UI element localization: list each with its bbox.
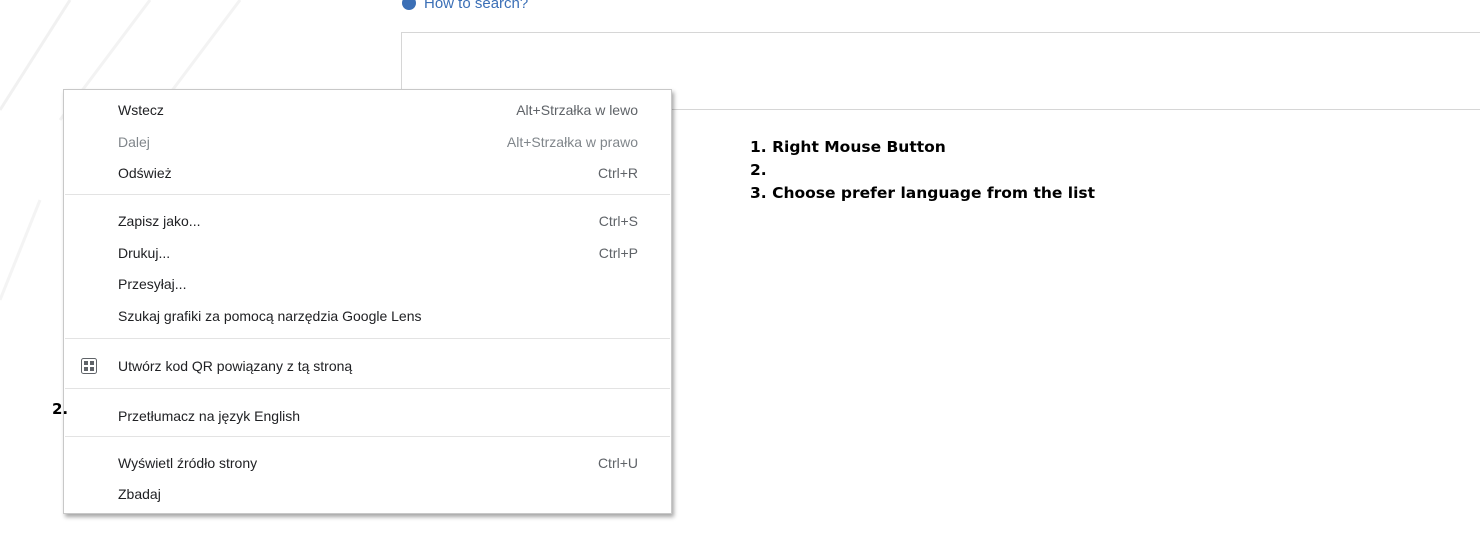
menu-item-reload[interactable]: Odśwież Ctrl+R bbox=[64, 161, 671, 185]
menu-item-back[interactable]: Wstecz Alt+Strzałka w lewo bbox=[64, 98, 671, 122]
menu-item-label: Wstecz bbox=[118, 102, 164, 118]
menu-item-label: Utwórz kod QR powiązany z tą stroną bbox=[118, 358, 353, 374]
menu-item-label: Przetłumacz na język English bbox=[118, 408, 301, 424]
menu-separator bbox=[65, 338, 670, 339]
how-to-search-label: How to search? bbox=[424, 0, 529, 12]
menu-item-label: Przesyłaj... bbox=[118, 276, 187, 292]
menu-item-shortcut: Ctrl+U bbox=[597, 455, 638, 471]
info-icon bbox=[402, 0, 416, 10]
instruction-step-1: 1. Right Mouse Button bbox=[750, 138, 946, 156]
menu-item-translate[interactable]: Przetłumacz na język English bbox=[64, 404, 671, 428]
menu-item-shortcut: Ctrl+S bbox=[598, 213, 638, 229]
menu-item-shortcut: Ctrl+R bbox=[597, 165, 638, 181]
menu-item-print[interactable]: Drukuj... Ctrl+P bbox=[64, 241, 671, 265]
menu-item-google-lens[interactable]: Szukaj grafiki za pomocą narzędzia Googl… bbox=[64, 304, 671, 328]
menu-item-label: Zapisz jako... bbox=[118, 213, 201, 229]
instructions-list: 1. Right Mouse Button 2. 3. Choose prefe… bbox=[750, 136, 1095, 205]
step-marker: 2. bbox=[52, 400, 69, 418]
menu-item-view-source[interactable]: Wyświetl źródło strony Ctrl+U bbox=[64, 451, 671, 475]
context-menu: Wstecz Alt+Strzałka w lewo Dalej Alt+Str… bbox=[63, 89, 672, 514]
menu-item-label: Szukaj grafiki za pomocą narzędzia Googl… bbox=[118, 308, 422, 324]
menu-item-forward[interactable]: Dalej Alt+Strzałka w prawo bbox=[64, 130, 671, 154]
instruction-step-2: 2. bbox=[750, 161, 767, 179]
menu-item-inspect[interactable]: Zbadaj bbox=[64, 482, 671, 506]
menu-item-label: Zbadaj bbox=[118, 486, 161, 502]
menu-item-cast[interactable]: Przesyłaj... bbox=[64, 272, 671, 296]
menu-item-shortcut: Alt+Strzałka w lewo bbox=[516, 102, 638, 118]
how-to-search-link[interactable]: How to search? bbox=[402, 0, 528, 13]
menu-separator bbox=[65, 388, 670, 389]
menu-item-save-as[interactable]: Zapisz jako... Ctrl+S bbox=[64, 209, 671, 233]
menu-separator bbox=[65, 436, 670, 437]
menu-item-label: Dalej bbox=[118, 134, 150, 150]
menu-separator bbox=[65, 194, 670, 195]
menu-item-label: Odśwież bbox=[118, 165, 172, 181]
instruction-step-3: 3. Choose prefer language from the list bbox=[750, 184, 1096, 202]
menu-item-label: Wyświetl źródło strony bbox=[118, 455, 258, 471]
menu-item-label: Drukuj... bbox=[118, 245, 171, 261]
qr-code-icon bbox=[81, 358, 97, 374]
menu-item-shortcut: Ctrl+P bbox=[598, 245, 638, 261]
menu-item-shortcut: Alt+Strzałka w prawo bbox=[506, 134, 638, 150]
menu-item-create-qr-code[interactable]: Utwórz kod QR powiązany z tą stroną bbox=[64, 354, 671, 378]
